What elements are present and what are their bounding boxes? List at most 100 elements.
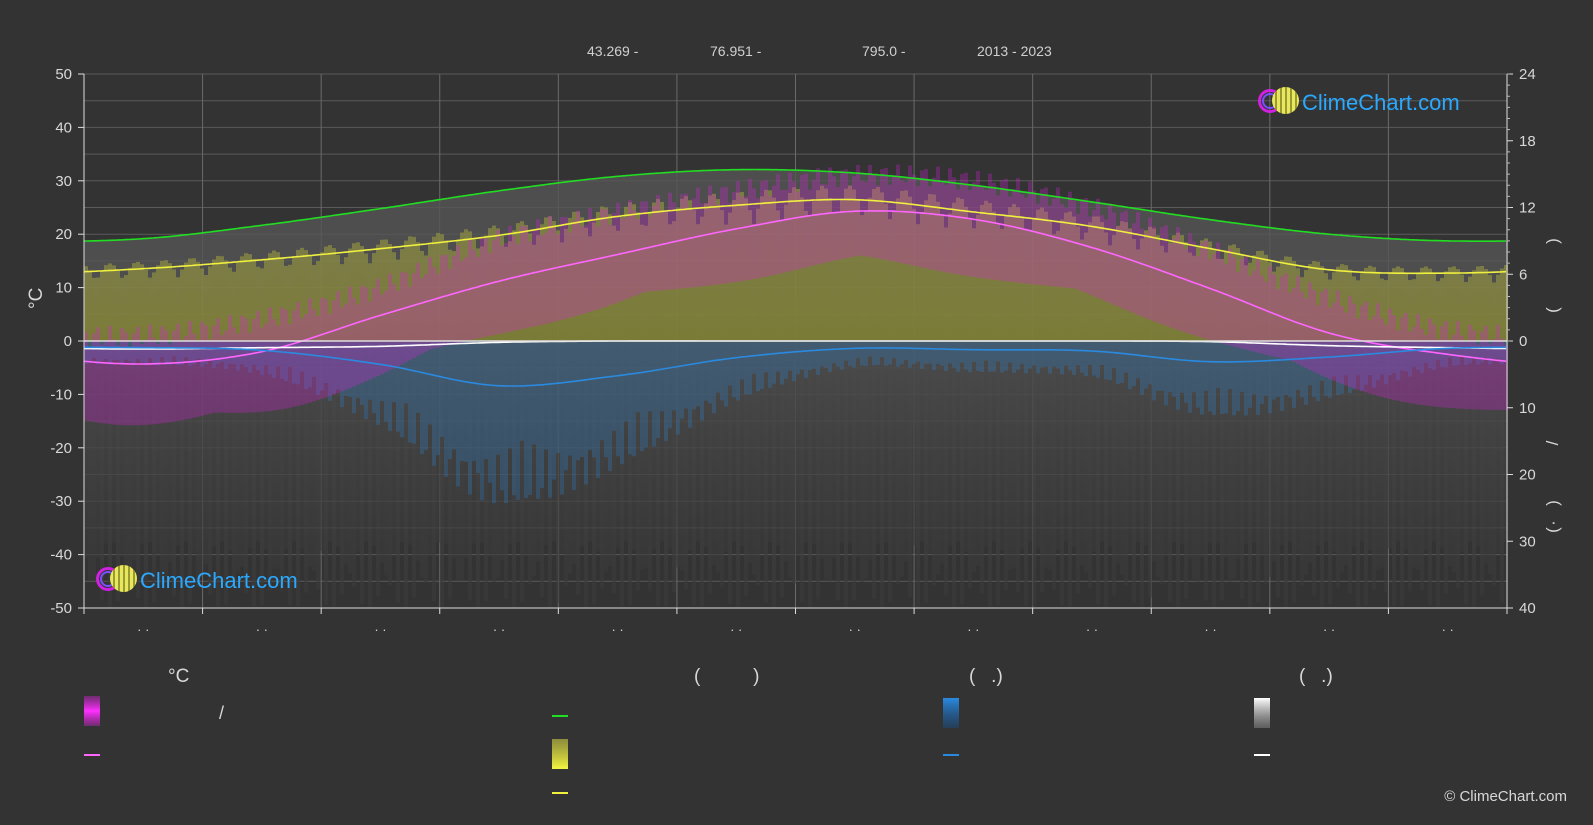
rain-bar <box>536 341 540 499</box>
right-axis-label-glyph: ( <box>1543 307 1562 313</box>
x-tick-label: · · <box>1442 622 1454 637</box>
temp-range-band <box>124 332 128 426</box>
rain-bar <box>548 341 552 498</box>
temp-range-band <box>1328 307 1332 380</box>
rain-bar <box>696 341 700 407</box>
temp-range-band <box>648 216 652 292</box>
left-tick-label: 0 <box>64 333 72 350</box>
temp-range-band <box>1344 312 1348 386</box>
rain-bar <box>1000 341 1004 373</box>
rain-bar <box>616 341 620 457</box>
temp-range-band <box>504 242 508 333</box>
temp-range-band <box>1208 259 1212 341</box>
rain-bar <box>792 341 796 382</box>
left-tick-label: 40 <box>55 119 72 136</box>
temp-range-band <box>460 260 464 343</box>
rain-bar <box>1224 341 1228 414</box>
legend-temperature-slash: / <box>219 703 225 723</box>
temp-range-band <box>876 185 880 259</box>
precip-band <box>920 341 924 542</box>
sunshine-band <box>84 266 88 341</box>
rain-bar <box>580 341 584 457</box>
temp-range-band <box>1240 258 1244 349</box>
temp-range-band <box>288 324 292 408</box>
left-tick-label: -40 <box>50 547 72 564</box>
temp-range-band <box>972 182 976 277</box>
rain-bar <box>684 341 688 409</box>
precip-band <box>1012 341 1016 568</box>
temp-range-band <box>1088 216 1092 295</box>
rain-bar <box>456 341 460 487</box>
temp-range-band <box>152 337 156 425</box>
rain-bar <box>1120 341 1124 383</box>
temp-range-band <box>708 185 712 286</box>
temp-range-band <box>1204 240 1208 339</box>
temp-range-band <box>1060 203 1064 288</box>
temp-range-band <box>336 291 340 393</box>
left-axis-label: °C <box>26 288 47 309</box>
rain-bar <box>1176 341 1180 410</box>
temp-range-band <box>348 286 352 389</box>
temp-range-band <box>100 344 104 424</box>
temp-range-band <box>388 273 392 371</box>
sunshine-band <box>124 275 128 341</box>
sunshine-band <box>1452 266 1456 341</box>
precip-band <box>808 341 812 608</box>
rain-bar <box>1184 341 1188 403</box>
precip-band <box>928 341 932 554</box>
rain-bar <box>1084 341 1088 377</box>
rain-bar <box>468 341 472 495</box>
temp-range-band <box>1104 219 1108 302</box>
temp-range-band <box>528 241 532 328</box>
temp-range-band <box>644 201 648 292</box>
temp-range-band <box>956 189 960 275</box>
temp-range-band <box>1288 292 1292 361</box>
rain-bar <box>976 341 980 371</box>
temp-range-band <box>832 176 836 261</box>
precip-band <box>860 341 864 582</box>
rain-bar <box>992 341 996 372</box>
rain-bar <box>912 341 916 365</box>
rain-bar <box>1048 341 1052 374</box>
rain-bar <box>540 341 544 488</box>
precip-band <box>868 341 872 560</box>
temp-range-band <box>692 198 696 288</box>
rain-bar <box>668 341 672 429</box>
temp-range-band <box>244 318 248 413</box>
temp-range-band <box>180 340 184 421</box>
right-axis-label-glyph: ) <box>1543 238 1562 244</box>
rain-bar <box>1200 341 1204 415</box>
temp-range-band <box>872 174 876 258</box>
temp-range-band <box>720 187 724 284</box>
rain-bar <box>1080 341 1084 373</box>
temp-range-band <box>740 196 744 282</box>
temp-range-band <box>500 245 504 334</box>
rain-bar <box>876 341 880 365</box>
rain-bar <box>628 341 632 455</box>
temp-range-band <box>408 286 412 361</box>
rain-bar <box>672 341 676 411</box>
temp-range-band <box>736 180 740 282</box>
temp-range-band <box>1132 223 1136 314</box>
x-tick-label: · · <box>493 622 505 637</box>
temp-range-band <box>812 179 816 266</box>
rain-bar <box>500 341 504 491</box>
precip-band <box>1016 341 1020 592</box>
rain-bar <box>932 341 936 371</box>
rain-bar <box>692 341 696 410</box>
temp-range-band <box>964 172 968 276</box>
precip-band <box>1044 341 1048 568</box>
rain-bar <box>484 341 488 459</box>
temp-range-band <box>704 202 708 286</box>
precip-band <box>864 341 868 579</box>
right-axis-label-glyph: ) <box>1543 500 1562 506</box>
temp-range-band <box>848 185 852 258</box>
rain-bar <box>964 341 968 370</box>
rain-bar <box>900 341 904 365</box>
temp-range-band <box>768 195 772 276</box>
temp-range-band <box>320 297 324 399</box>
sunshine-band <box>172 269 176 341</box>
rain-bar <box>724 341 728 407</box>
temp-range-band <box>424 274 428 352</box>
temp-range-band <box>1072 200 1076 289</box>
